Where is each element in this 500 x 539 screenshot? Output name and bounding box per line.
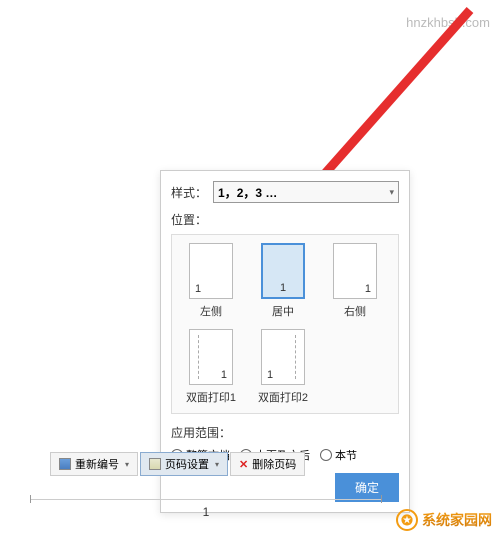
- page-settings-button[interactable]: 页码设置 ▾: [140, 452, 228, 476]
- style-label: 样式：: [171, 184, 207, 201]
- option-label-duplex1: 双面打印1: [186, 389, 236, 405]
- renumber-label: 重新编号: [75, 456, 119, 472]
- renumber-button[interactable]: 重新编号 ▾: [50, 452, 138, 476]
- scope-section-label: 本节: [335, 447, 357, 463]
- page-thumb-right: 1: [333, 243, 377, 299]
- logo-icon: ✪: [396, 509, 418, 531]
- renumber-icon: [59, 458, 71, 470]
- page-number-value: 1: [195, 283, 201, 295]
- option-label-center: 居中: [272, 303, 294, 319]
- page-number-value: 1: [280, 282, 286, 294]
- delete-label: 删除页码: [252, 456, 296, 472]
- position-option-duplex1[interactable]: 1 双面打印1: [180, 329, 242, 405]
- scope-option-section[interactable]: 本节: [320, 447, 357, 463]
- delete-icon: ✕: [239, 458, 248, 471]
- settings-icon: [149, 458, 161, 470]
- option-label-left: 左侧: [200, 303, 222, 319]
- logo-text: 系统家园网: [422, 510, 492, 530]
- style-value: 1，2，3 …: [218, 184, 277, 201]
- option-label-duplex2: 双面打印2: [258, 389, 308, 405]
- option-label-right: 右侧: [344, 303, 366, 319]
- position-option-duplex2[interactable]: 1 双面打印2: [252, 329, 314, 405]
- position-option-center[interactable]: 1 居中: [252, 243, 314, 319]
- page-number-toolbar: 重新编号 ▾ 页码设置 ▾ ✕ 删除页码: [50, 452, 305, 476]
- style-dropdown[interactable]: 1，2，3 … ▾: [213, 181, 399, 203]
- delete-page-number-button[interactable]: ✕ 删除页码: [230, 452, 305, 476]
- page-thumb-center: 1: [261, 243, 305, 299]
- page-number-value: 1: [267, 369, 273, 381]
- page-number-value: 1: [365, 283, 371, 295]
- page-thumb-duplex1: 1: [189, 329, 233, 385]
- radio-icon: [320, 449, 332, 461]
- watermark-text: hnzkhbsb.com: [406, 15, 490, 30]
- page-number-value: 1: [221, 369, 227, 381]
- chevron-down-icon: ▾: [125, 460, 129, 469]
- position-option-left[interactable]: 1 左侧: [180, 243, 242, 319]
- position-option-right[interactable]: 1 右侧: [324, 243, 386, 319]
- chevron-down-icon: ▾: [215, 460, 219, 469]
- chevron-down-icon: ▾: [389, 187, 394, 198]
- site-logo: ✪ 系统家园网: [396, 509, 492, 531]
- document-page-number: 1: [203, 505, 210, 519]
- position-grid: 1 左侧 1 居中 1 右侧 1 双面打印1 1: [171, 234, 399, 414]
- position-label: 位置：: [171, 211, 399, 228]
- page-thumb-duplex2: 1: [261, 329, 305, 385]
- settings-label: 页码设置: [165, 456, 209, 472]
- page-thumb-left: 1: [189, 243, 233, 299]
- scope-label: 应用范围：: [171, 424, 399, 441]
- document-page-edge: 1: [30, 475, 382, 500]
